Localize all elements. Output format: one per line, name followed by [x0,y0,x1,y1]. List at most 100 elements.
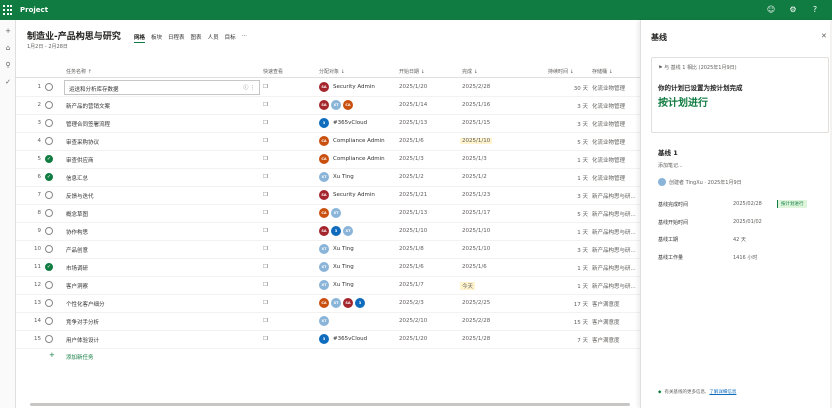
column-header-assigned[interactable]: 分配对象 ↓ [319,68,345,75]
completion-checkbox[interactable] [45,317,53,325]
table-row[interactable]: 8 概念草图 ❐ CA XT 2025/1/13 2025/1/17 5 天新产品构思与研..… [16,205,640,223]
duration[interactable]: 1 天 [556,228,588,236]
plus-icon[interactable]: + [3,26,13,36]
start-date[interactable]: 2025/1/6 [399,264,455,270]
completion-checkbox[interactable] [45,281,53,289]
column-header-quick-look[interactable]: 快速查看 [263,68,283,75]
start-date[interactable]: 2025/1/7 [399,282,455,288]
quick-look-icon[interactable]: ❐ [263,102,271,108]
assignees[interactable]: CA XT [319,208,404,218]
info-icon[interactable]: ⓘ ⋮ [243,84,255,91]
duration[interactable]: 3 天 [556,120,588,128]
table-row[interactable]: 11 ✓ 市场调研 ❐ XT Xu Ting 2025/1/6 2025/1/6 1 天新产品构… [16,259,640,277]
assignees[interactable]: XT Xu Ting [319,244,404,254]
assignees[interactable]: SA XT CA [319,100,404,110]
due-date[interactable]: 2025/1/3 [462,156,518,162]
task-name[interactable]: 概念草图 [66,210,216,218]
tab-board[interactable]: 板块 [151,33,162,43]
completion-checkbox[interactable] [45,101,53,109]
gear-icon[interactable]: ⚙ [788,5,798,15]
assignees[interactable]: SA Security Admin [319,190,404,200]
task-name[interactable]: 产品创意 [66,246,216,254]
duration[interactable]: 7 天 [556,336,588,344]
start-date[interactable]: 2025/2/3 [399,300,455,306]
table-row[interactable]: 15 用户体验设计 ❐ 3 #365vCloud 2025/1/20 2025/1/28 7 … [16,331,640,349]
task-name[interactable]: 审查采购协议 [66,138,216,146]
column-header-finish[interactable]: 完成 ↓ [462,68,478,75]
start-date[interactable]: 2025/1/6 [399,138,455,144]
table-row[interactable]: 12 客户洞察 ❐ XT Xu Ting 2025/1/7 今天 1 天新产品构思与研... [16,277,640,295]
due-date[interactable]: 2025/1/6 [462,264,518,270]
quick-look-icon[interactable]: ❐ [263,282,271,288]
assignees[interactable]: 3 #365vCloud [319,334,404,344]
task-name[interactable]: 管理合同签署流程 [66,120,216,128]
duration[interactable]: 30 天 [556,84,588,92]
due-date[interactable]: 2025/2/25 [462,300,518,306]
task-name[interactable]: 新产品的营销文案 [66,102,216,110]
column-header-task-name[interactable]: 任务名称 ↑ [66,68,92,75]
completion-checkbox[interactable] [45,137,53,145]
duration[interactable]: 3 天 [556,102,588,110]
task-name[interactable]: 信息汇总 [66,174,216,182]
quick-look-icon[interactable]: ❐ [263,300,271,306]
close-icon[interactable]: ✕ [821,32,827,40]
assignees[interactable]: CA XT SA 3 [319,298,404,308]
assignees[interactable]: CA Compliance Admin [319,136,404,146]
task-name[interactable]: 用户体验设计 [66,336,216,344]
due-date[interactable]: 2025/2/28 [462,84,518,90]
task-name[interactable]: 审查供应商 [66,156,216,164]
help-icon[interactable]: ? [810,5,820,15]
duration[interactable]: 5 天 [556,138,588,146]
assignees[interactable]: SA Security Admin [319,82,404,92]
column-header-bucket[interactable]: 存储桶 ↓ [592,68,613,75]
start-date[interactable]: 2025/1/10 [399,228,455,234]
completion-checkbox[interactable] [45,335,53,343]
due-date[interactable]: 2025/1/2 [462,174,518,180]
due-date[interactable]: 2025/1/10 [462,246,518,252]
quick-look-icon[interactable]: ❐ [263,192,271,198]
add-note-field[interactable]: 添加笔记... [658,162,683,169]
assignees[interactable]: XT Xu Ting [319,172,404,182]
task-name[interactable]: 反馈与迭代 [66,192,216,200]
due-date[interactable]: 2025/1/15 [462,120,518,126]
start-date[interactable]: 2025/1/8 [399,246,455,252]
assignees[interactable]: CA Compliance Admin [319,154,404,164]
start-date[interactable]: 2025/1/2 [399,174,455,180]
due-date[interactable]: 2025/1/10 [462,228,518,234]
person-icon[interactable]: ⚲ [3,60,13,70]
quick-look-icon[interactable]: ❐ [263,84,271,90]
task-name[interactable]: 客户洞察 [66,282,216,290]
task-name[interactable]: 个性化客户细分 [66,300,216,308]
duration[interactable]: 17 天 [556,300,588,308]
table-row[interactable]: 13 个性化客户细分 ❐ CA XT SA 3 2025/2/3 2025/2/25 17 天客户… [16,295,640,313]
app-launcher-icon[interactable] [3,5,13,15]
due-date[interactable]: 2025/2/28 [462,318,518,324]
quick-look-icon[interactable]: ❐ [263,264,271,270]
start-date[interactable]: 2025/1/13 [399,120,455,126]
start-date[interactable]: 2025/1/20 [399,84,455,90]
completion-checkbox[interactable]: ✓ [45,173,53,181]
table-row[interactable]: 6 ✓ 信息汇总 ❐ XT Xu Ting 2025/1/2 2025/1/2 1 天化流业物管… [16,169,640,187]
start-date[interactable]: 2025/1/3 [399,156,455,162]
completion-checkbox[interactable]: ✓ [45,263,53,271]
table-row[interactable]: 10 产品创意 ❐ XT Xu Ting 2025/1/8 2025/1/10 3 天新产品构… [16,241,640,259]
smiley-icon[interactable]: ☺ [766,5,776,15]
more-tabs-button[interactable]: ··· [242,33,247,43]
start-date[interactable]: 2025/1/13 [399,210,455,216]
assignees[interactable]: XT Xu Ting [319,262,404,272]
due-date[interactable]: 2025/1/17 [462,210,518,216]
tab-grid[interactable]: 网格 [134,33,146,43]
quick-look-icon[interactable]: ❐ [263,336,271,342]
table-row[interactable]: 3 管理合同签署流程 ❐ 3 #365vCloud 2025/1/13 2025/1/15 3… [16,115,640,133]
table-row[interactable]: 14 竞争对手分析 ❐ XT 2025/2/10 2025/2/28 15 天客户满意度 [16,313,640,331]
quick-look-icon[interactable]: ❐ [263,156,271,162]
quick-look-icon[interactable]: ❐ [263,246,271,252]
due-date[interactable]: 今天 [460,282,476,290]
task-name[interactable]: 竞争对手分析 [66,318,216,326]
add-task-row[interactable]: + 添加新任务 [16,349,640,363]
duration[interactable]: 3 天 [556,246,588,254]
due-date[interactable]: 2025/1/16 [462,102,518,108]
assignees[interactable]: XT Xu Ting [319,280,404,290]
check-icon[interactable]: ✓ [3,77,13,87]
completion-checkbox[interactable] [45,83,53,91]
